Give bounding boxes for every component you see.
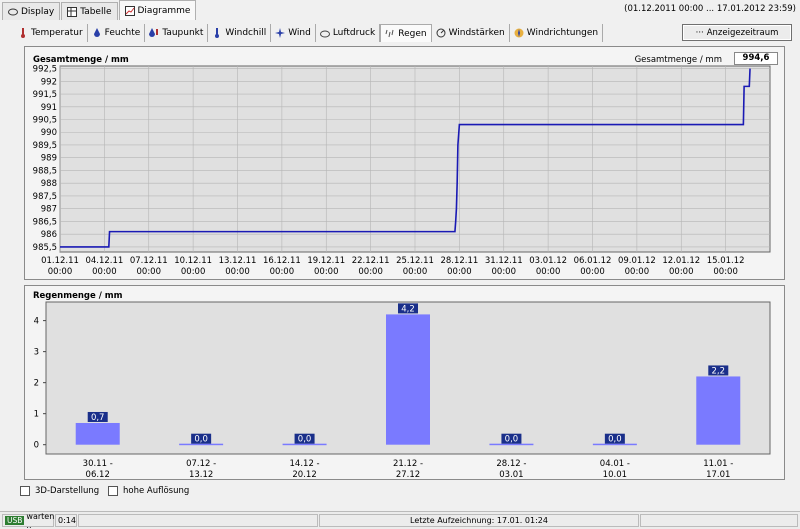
- status-last-record: Letzte Aufzeichnung: 17.01. 01:24: [319, 514, 639, 527]
- option-3d-label: 3D-Darstellung: [35, 486, 100, 496]
- status-time: 0:14: [55, 514, 77, 527]
- humidity-icon: [92, 28, 102, 38]
- anzeigezeitraum-button[interactable]: ··· Anzeigezeitraum: [682, 24, 792, 41]
- thermometer-icon: [18, 28, 28, 38]
- tab-temperatur[interactable]: Temperatur: [14, 24, 88, 42]
- status-extra: [640, 514, 798, 527]
- regenmenge-panel: Regenmenge / mm: [24, 285, 785, 480]
- rain-icon: [385, 29, 395, 39]
- tab-regen-label: Regen: [398, 28, 427, 39]
- tab-windchill-label: Windchill: [225, 28, 267, 38]
- status-bar: USB warten .. 0:14 Letzte Aufzeichnung: 1…: [0, 511, 800, 529]
- tab-feuchte-label: Feuchte: [104, 28, 141, 38]
- status-state-text: warten ..: [26, 511, 55, 529]
- regenmenge-title: Regenmenge / mm: [33, 291, 123, 301]
- table-icon: [67, 6, 78, 17]
- tab-windrichtungen[interactable]: Windrichtungen: [510, 24, 604, 42]
- dewpoint-icon: [149, 28, 159, 38]
- cloud-icon: [319, 28, 330, 38]
- tab-luftdruck-label: Luftdruck: [332, 28, 376, 38]
- checkbox-3d[interactable]: [20, 486, 30, 496]
- tab-luftdruck[interactable]: Luftdruck: [316, 24, 381, 42]
- date-range: (01.12.2011 00:00 ... 17.01.2012 23:59): [624, 4, 796, 14]
- status-last-record-text: Letzte Aufzeichnung: 17.01. 01:24: [410, 516, 548, 525]
- anzeigezeitraum-label: Anzeigezeitraum: [706, 27, 779, 38]
- gesamtmenge-total-label: Gesamtmenge / mm: [634, 55, 722, 65]
- tab-temperatur-label: Temperatur: [31, 28, 83, 38]
- display-icon: [8, 7, 18, 17]
- wind-icon: [275, 28, 286, 38]
- tab-diagramme-label: Diagramme: [137, 5, 191, 16]
- tab-feuchte[interactable]: Feuchte: [88, 24, 146, 42]
- tab-windchill[interactable]: Windchill: [208, 24, 272, 42]
- gesamtmenge-panel: Gesamtmenge / mm Gesamtmenge / mm 994,6: [24, 46, 785, 280]
- windchill-icon: [212, 28, 222, 38]
- tab-windrichtungen-label: Windrichtungen: [526, 28, 599, 38]
- option-hires-label: hohe Auflösung: [123, 486, 190, 496]
- tab-taupunkt-label: Taupunkt: [162, 28, 204, 38]
- tab-tabelle[interactable]: Tabelle: [61, 2, 118, 20]
- chart-icon: [124, 5, 135, 16]
- tab-wind-label: Wind: [288, 28, 311, 38]
- status-time-text: 0:14: [58, 516, 76, 525]
- option-3d[interactable]: 3D-Darstellung: [20, 486, 99, 496]
- gesamtmenge-title: Gesamtmenge / mm: [33, 55, 129, 65]
- compass-icon: [514, 28, 524, 38]
- gesamtmenge-total-value: 994,6: [734, 52, 778, 65]
- tab-tabelle-label: Tabelle: [80, 6, 112, 17]
- tab-windstaerken[interactable]: Windstärken: [432, 24, 510, 42]
- status-progress: [78, 514, 318, 527]
- tab-taupunkt[interactable]: Taupunkt: [145, 24, 209, 42]
- status-state: USB warten ..: [2, 511, 55, 529]
- tab-diagramme[interactable]: Diagramme: [118, 0, 197, 20]
- top-tab-bar: Display Tabelle Diagramme: [2, 0, 197, 20]
- tab-wind[interactable]: Wind: [271, 24, 316, 42]
- tab-display[interactable]: Display: [2, 2, 61, 20]
- windstrength-icon: [436, 28, 446, 38]
- tab-windstaerken-label: Windstärken: [448, 28, 505, 38]
- checkbox-hires[interactable]: [108, 486, 118, 496]
- anzeigezeitraum-prefix: ···: [695, 27, 704, 38]
- usb-badge: USB: [5, 516, 25, 525]
- tab-regen[interactable]: Regen: [380, 24, 432, 42]
- option-hires[interactable]: hohe Auflösung: [108, 486, 189, 496]
- chart-type-tabs: Temperatur Feuchte Taupunkt Windchill Wi…: [14, 24, 604, 42]
- tab-display-label: Display: [21, 6, 55, 17]
